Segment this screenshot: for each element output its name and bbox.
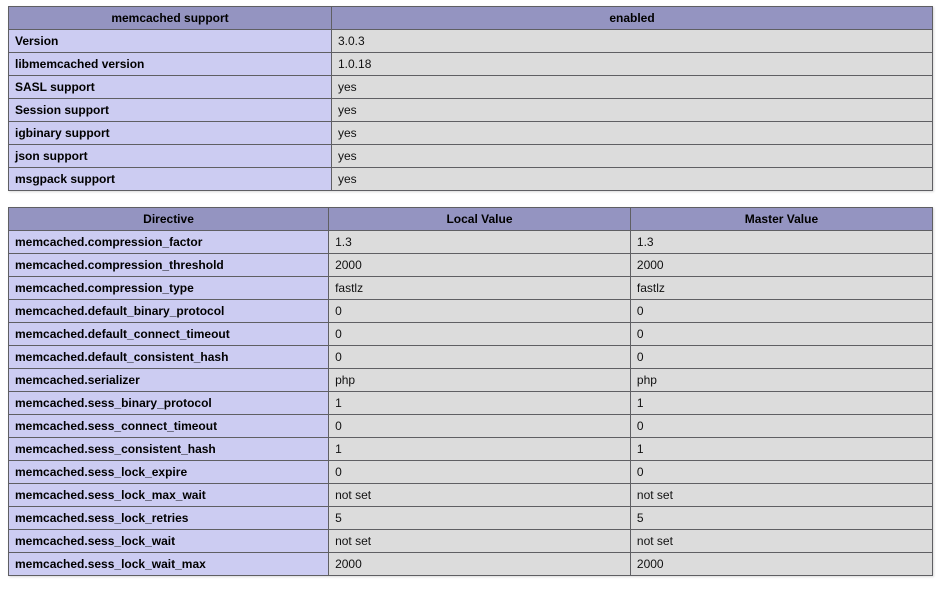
memcached-support-table: memcached support enabled Version3.0.3li… — [8, 6, 933, 191]
support-value: yes — [332, 122, 933, 145]
directive-master-value: 0 — [630, 323, 932, 346]
directive-name: memcached.default_connect_timeout — [9, 323, 329, 346]
directive-name: memcached.compression_type — [9, 277, 329, 300]
support-header-value: enabled — [332, 7, 933, 30]
directive-local-value: not set — [329, 484, 631, 507]
support-key: Version — [9, 30, 332, 53]
directive-name: memcached.default_consistent_hash — [9, 346, 329, 369]
table-header-row: Directive Local Value Master Value — [9, 208, 933, 231]
support-value: yes — [332, 99, 933, 122]
table-row: memcached.sess_lock_retries55 — [9, 507, 933, 530]
directive-header: Directive — [9, 208, 329, 231]
table-row: Version3.0.3 — [9, 30, 933, 53]
directive-name: memcached.sess_lock_max_wait — [9, 484, 329, 507]
directive-master-value: 1.3 — [630, 231, 932, 254]
support-value: yes — [332, 145, 933, 168]
table-row: memcached.serializerphpphp — [9, 369, 933, 392]
memcached-directives-table: Directive Local Value Master Value memca… — [8, 207, 933, 576]
table-row: memcached.sess_lock_expire00 — [9, 461, 933, 484]
directive-local-value: 1.3 — [329, 231, 631, 254]
support-key: json support — [9, 145, 332, 168]
table-row: igbinary supportyes — [9, 122, 933, 145]
directive-name: memcached.default_binary_protocol — [9, 300, 329, 323]
table-row: memcached.sess_binary_protocol11 — [9, 392, 933, 415]
table-row: memcached.compression_typefastlzfastlz — [9, 277, 933, 300]
support-key: msgpack support — [9, 168, 332, 191]
directive-master-value: fastlz — [630, 277, 932, 300]
directive-local-value: 0 — [329, 346, 631, 369]
directive-local-value: 0 — [329, 415, 631, 438]
table-row: SASL supportyes — [9, 76, 933, 99]
directive-name: memcached.sess_lock_wait_max — [9, 553, 329, 576]
table-row: memcached.default_connect_timeout00 — [9, 323, 933, 346]
directive-name: memcached.sess_lock_expire — [9, 461, 329, 484]
table-row: msgpack supportyes — [9, 168, 933, 191]
support-key: libmemcached version — [9, 53, 332, 76]
table-row: memcached.sess_lock_max_waitnot setnot s… — [9, 484, 933, 507]
directive-master-value: 2000 — [630, 254, 932, 277]
directive-local-value: 5 — [329, 507, 631, 530]
table-row: memcached.sess_lock_wait_max20002000 — [9, 553, 933, 576]
directive-master-value: 0 — [630, 461, 932, 484]
table-row: memcached.default_consistent_hash00 — [9, 346, 933, 369]
directive-local-value: 2000 — [329, 553, 631, 576]
directive-name: memcached.sess_lock_wait — [9, 530, 329, 553]
directive-master-value: 1 — [630, 392, 932, 415]
directive-name: memcached.compression_threshold — [9, 254, 329, 277]
directive-name: memcached.compression_factor — [9, 231, 329, 254]
table-row: memcached.compression_factor1.31.3 — [9, 231, 933, 254]
table-header-row: memcached support enabled — [9, 7, 933, 30]
directive-local-value: fastlz — [329, 277, 631, 300]
directive-master-value: 2000 — [630, 553, 932, 576]
directive-local-value: not set — [329, 530, 631, 553]
directive-name: memcached.serializer — [9, 369, 329, 392]
support-header-key: memcached support — [9, 7, 332, 30]
table-row: libmemcached version1.0.18 — [9, 53, 933, 76]
local-value-header: Local Value — [329, 208, 631, 231]
support-value: yes — [332, 76, 933, 99]
table-row: Session supportyes — [9, 99, 933, 122]
directive-local-value: php — [329, 369, 631, 392]
directive-master-value: 5 — [630, 507, 932, 530]
table-row: memcached.sess_lock_waitnot setnot set — [9, 530, 933, 553]
directive-master-value: 0 — [630, 415, 932, 438]
directive-master-value: 1 — [630, 438, 932, 461]
table-row: memcached.sess_connect_timeout00 — [9, 415, 933, 438]
directive-master-value: 0 — [630, 346, 932, 369]
support-value: yes — [332, 168, 933, 191]
directive-local-value: 1 — [329, 438, 631, 461]
support-value: 3.0.3 — [332, 30, 933, 53]
directive-master-value: 0 — [630, 300, 932, 323]
support-key: SASL support — [9, 76, 332, 99]
support-value: 1.0.18 — [332, 53, 933, 76]
directive-name: memcached.sess_connect_timeout — [9, 415, 329, 438]
support-key: Session support — [9, 99, 332, 122]
directive-name: memcached.sess_binary_protocol — [9, 392, 329, 415]
table-row: memcached.default_binary_protocol00 — [9, 300, 933, 323]
directive-local-value: 0 — [329, 461, 631, 484]
directive-local-value: 0 — [329, 323, 631, 346]
table-row: memcached.compression_threshold20002000 — [9, 254, 933, 277]
directive-name: memcached.sess_lock_retries — [9, 507, 329, 530]
directive-local-value: 1 — [329, 392, 631, 415]
directive-local-value: 0 — [329, 300, 631, 323]
directive-name: memcached.sess_consistent_hash — [9, 438, 329, 461]
master-value-header: Master Value — [630, 208, 932, 231]
directive-master-value: not set — [630, 530, 932, 553]
directive-master-value: php — [630, 369, 932, 392]
table-row: memcached.sess_consistent_hash11 — [9, 438, 933, 461]
directive-local-value: 2000 — [329, 254, 631, 277]
support-key: igbinary support — [9, 122, 332, 145]
directive-master-value: not set — [630, 484, 932, 507]
table-row: json supportyes — [9, 145, 933, 168]
